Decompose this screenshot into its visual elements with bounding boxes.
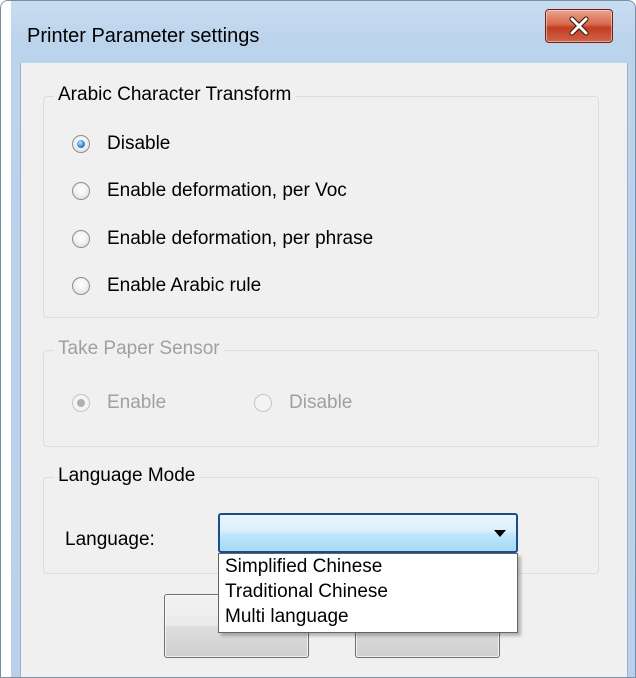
arabic-group-title: Arabic Character Transform: [54, 84, 296, 106]
radio-option-sensor-disable[interactable]: Disable: [254, 391, 352, 415]
window-title: Printer Parameter settings: [27, 25, 260, 47]
paper-sensor-group-title: Take Paper Sensor: [54, 338, 224, 360]
radio-label: Enable Arabic rule: [107, 275, 262, 296]
radio-option-arabic-rule[interactable]: Enable Arabic rule: [72, 274, 261, 298]
radio-label: Enable deformation, per phrase: [107, 228, 374, 249]
radio-label: Disable: [107, 133, 171, 154]
radio-label: Disable: [289, 392, 353, 413]
language-label: Language:: [65, 529, 155, 550]
radio-option-deformation-per-voc[interactable]: Enable deformation, per Voc: [72, 179, 347, 203]
dialog-client-area: Arabic Character Transform Disable Enabl…: [20, 63, 628, 677]
close-button[interactable]: [545, 9, 613, 43]
title-bar[interactable]: Printer Parameter settings: [11, 1, 635, 61]
dropdown-item-multi-language[interactable]: Multi language: [219, 604, 517, 629]
language-group-title: Language Mode: [54, 465, 200, 487]
radio-button[interactable]: [72, 230, 90, 248]
take-paper-sensor-group: Take Paper Sensor Enable Disable: [43, 338, 599, 447]
close-icon: [569, 16, 589, 36]
language-dropdown-list[interactable]: Simplified Chinese Traditional Chinese M…: [218, 553, 518, 633]
radio-button-checked[interactable]: [72, 135, 90, 153]
arabic-character-transform-group: Arabic Character Transform Disable Enabl…: [43, 84, 599, 318]
radio-label: Enable deformation, per Voc: [107, 180, 347, 201]
dropdown-item-simplified-chinese[interactable]: Simplified Chinese: [219, 554, 517, 579]
radio-button[interactable]: [72, 277, 90, 295]
radio-button[interactable]: [72, 182, 90, 200]
radio-button-checked[interactable]: [72, 394, 90, 412]
language-combobox[interactable]: [218, 513, 518, 553]
radio-option-disable[interactable]: Disable: [72, 132, 170, 156]
radio-option-deformation-per-phrase[interactable]: Enable deformation, per phrase: [72, 227, 373, 251]
dropdown-item-traditional-chinese[interactable]: Traditional Chinese: [219, 579, 517, 604]
radio-label: Enable: [107, 392, 167, 413]
chevron-down-icon[interactable]: [494, 530, 506, 537]
radio-button[interactable]: [254, 394, 272, 412]
window-left-edge: [1, 1, 11, 677]
dialog-window: Printer Parameter settings Arabic Charac…: [0, 0, 636, 678]
radio-option-sensor-enable[interactable]: Enable: [72, 391, 166, 415]
